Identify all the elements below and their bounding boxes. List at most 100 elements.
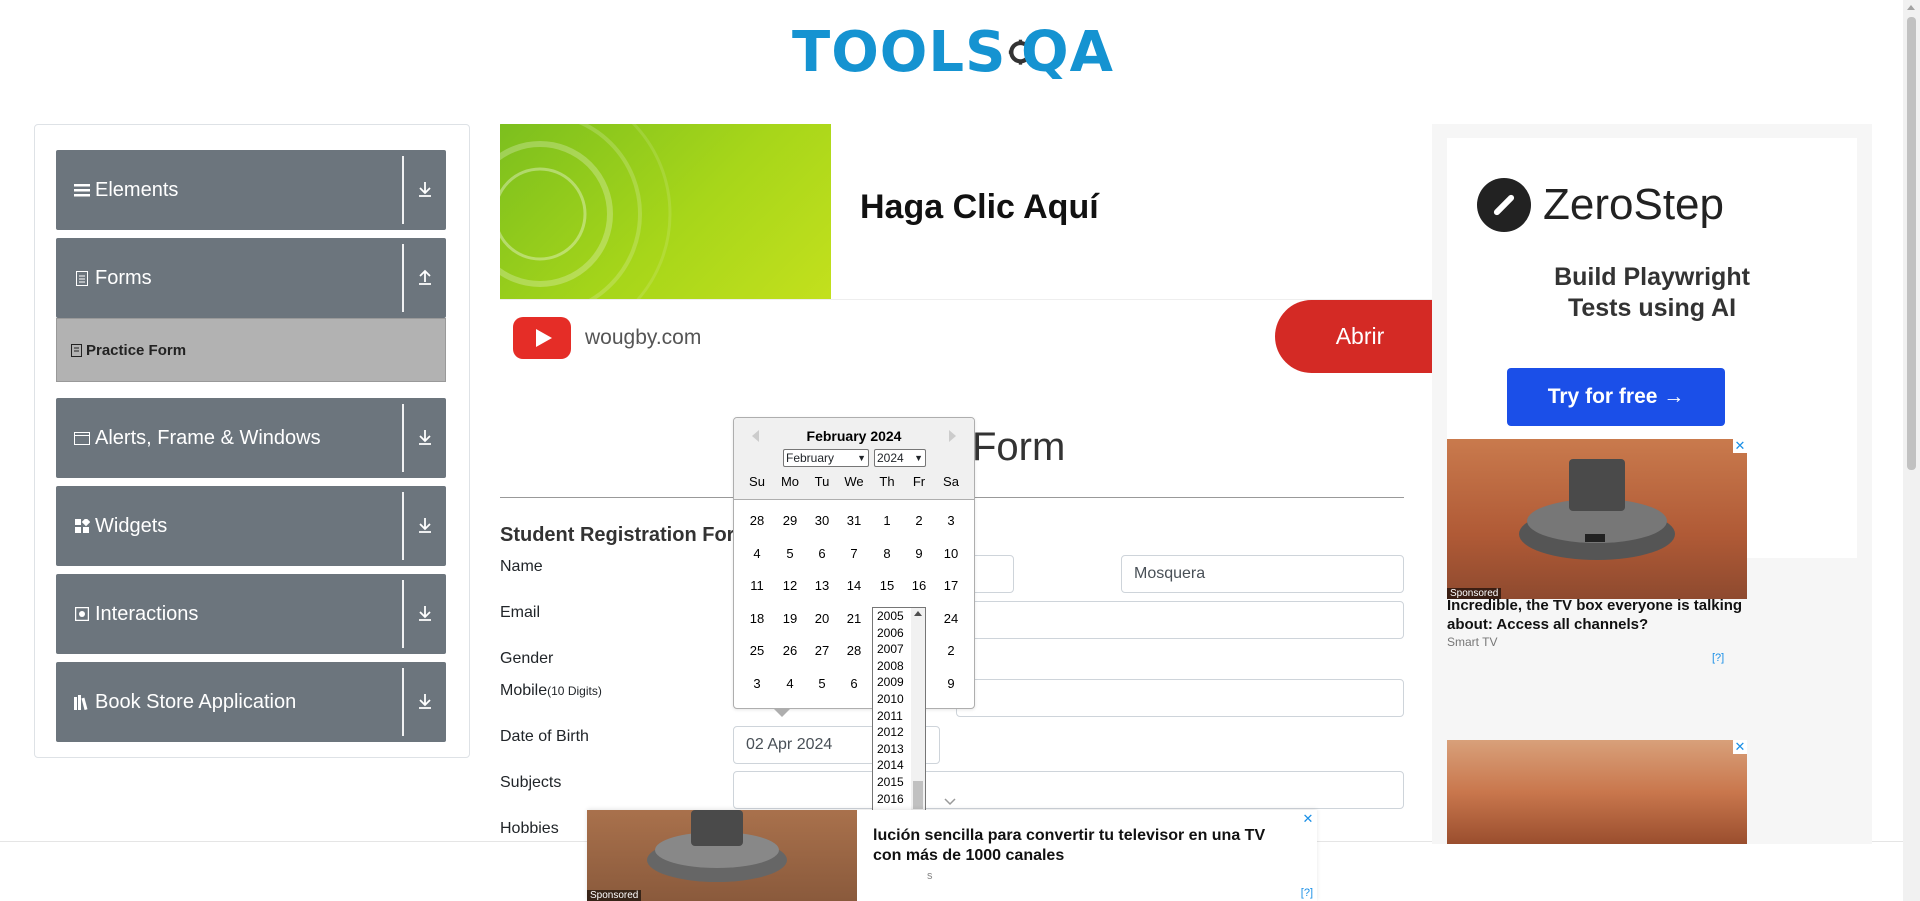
page-scrollbar[interactable]	[1903, 0, 1920, 901]
try-for-free-button[interactable]: Try for free →	[1507, 368, 1725, 426]
calendar-day[interactable]: 4	[774, 676, 806, 691]
year-option[interactable]: 2008	[877, 658, 904, 674]
upload-icon[interactable]	[414, 266, 436, 288]
adchoices-icon[interactable]: [?]	[1301, 887, 1313, 899]
calendar-day[interactable]: 12	[774, 578, 806, 593]
tv-box-ad-headline[interactable]: Incredible, the TV box everyone is talki…	[1447, 596, 1747, 634]
sidebar-group-elements[interactable]: Elements	[56, 150, 446, 230]
month-select[interactable]: February ▼	[783, 449, 869, 467]
calendar-day[interactable]: 30	[806, 513, 838, 528]
calendar-day[interactable]: 1	[871, 513, 903, 528]
year-option[interactable]: 2015	[877, 774, 904, 790]
zerostep-logo-icon	[1477, 178, 1531, 232]
tv-box-ad-image[interactable]: ✕ Sponsored	[1447, 439, 1747, 599]
bottom-sticky-ad[interactable]: Sponsored lución sencilla para convertir…	[587, 810, 1317, 901]
email-input[interactable]	[956, 601, 1404, 639]
calendar-day[interactable]: 28	[838, 643, 870, 658]
calendar-day[interactable]: 7	[838, 546, 870, 561]
bottom-ad-headline[interactable]: lución sencilla para convertir tu televi…	[873, 826, 1293, 866]
sidebar-group-interactions[interactable]: Interactions	[56, 574, 446, 654]
sidebar-group-alerts[interactable]: Alerts, Frame & Windows	[56, 398, 446, 478]
calendar-day[interactable]: 16	[903, 578, 935, 593]
sidebar-group-widgets[interactable]: Widgets	[56, 486, 446, 566]
day-name: Mo	[780, 474, 800, 489]
calendar-day[interactable]: 5	[774, 546, 806, 561]
calendar-day[interactable]: 25	[741, 643, 773, 658]
year-option[interactable]: 2013	[877, 741, 904, 757]
calendar-day[interactable]: 27	[806, 643, 838, 658]
calendar-day[interactable]: 11	[741, 578, 773, 593]
chevron-down-icon[interactable]	[943, 797, 957, 807]
calendar-day[interactable]: 29	[774, 513, 806, 528]
toolsqa-logo[interactable]: TOOLS QA	[792, 16, 1114, 90]
calendar-day[interactable]: 3	[935, 513, 967, 528]
scroll-up-arrow-icon[interactable]	[1907, 5, 1915, 10]
calendar-day[interactable]: 24	[935, 611, 967, 626]
year-option[interactable]: 2011	[877, 708, 903, 724]
banner-ad-title[interactable]: Haga Clic Aquí	[860, 188, 1099, 227]
datepicker-popup: February 2024 February ▼ 2024 ▼ Su Mo Tu W…	[733, 417, 975, 717]
calendar-day[interactable]: 14	[838, 578, 870, 593]
calendar-day[interactable]: 2	[935, 643, 967, 658]
year-option[interactable]: 2009	[877, 674, 904, 690]
divider	[402, 156, 404, 224]
calendar-day[interactable]: 9	[935, 676, 967, 691]
year-option[interactable]: 2005	[877, 608, 904, 624]
open-button[interactable]: Abrir	[1275, 300, 1445, 373]
page-title: Form	[972, 425, 1066, 469]
divider	[402, 580, 404, 648]
download-icon[interactable]	[414, 602, 436, 624]
calendar-day[interactable]: 5	[806, 676, 838, 691]
close-icon[interactable]: ✕	[1733, 439, 1747, 453]
calendar-day[interactable]: 6	[838, 676, 870, 691]
calendar-day[interactable]: 20	[806, 611, 838, 626]
sidebar-group-book-store[interactable]: Book Store Application	[56, 662, 446, 742]
download-icon[interactable]	[414, 426, 436, 448]
calendar-day[interactable]: 13	[806, 578, 838, 593]
calendar-day[interactable]: 8	[871, 546, 903, 561]
year-option[interactable]: 2012	[877, 724, 904, 740]
year-option[interactable]: 2016	[877, 791, 904, 807]
download-icon[interactable]	[414, 690, 436, 712]
calendar-day[interactable]: 19	[774, 611, 806, 626]
calendar-day[interactable]: 15	[871, 578, 903, 593]
second-ad-image[interactable]: ✕	[1447, 740, 1747, 844]
year-select[interactable]: 2024 ▼	[874, 449, 926, 467]
mobile-input[interactable]	[956, 679, 1404, 717]
sidebar-item-practice-form[interactable]: Practice Form	[56, 318, 446, 382]
calendar-day[interactable]: 28	[741, 513, 773, 528]
year-option[interactable]: 2014	[877, 757, 904, 773]
calendar-day[interactable]: 21	[838, 611, 870, 626]
calendar-day[interactable]: 9	[903, 546, 935, 561]
adchoices-icon[interactable]: [?]	[1712, 652, 1724, 664]
window-icon	[73, 429, 91, 447]
calendar-day[interactable]: 3	[741, 676, 773, 691]
year-option[interactable]: 2010	[877, 691, 904, 707]
books-icon	[73, 693, 91, 711]
banner-ad-domain[interactable]: wougby.com	[585, 326, 701, 350]
calendar-day[interactable]: 6	[806, 546, 838, 561]
divider	[402, 404, 404, 472]
scroll-up-arrow-icon[interactable]	[914, 611, 922, 616]
download-icon[interactable]	[414, 178, 436, 200]
calendar-day[interactable]: 10	[935, 546, 967, 561]
calendar-day[interactable]: 26	[774, 643, 806, 658]
sidebar-group-forms[interactable]: Forms	[56, 238, 446, 318]
calendar-day[interactable]: 18	[741, 611, 773, 626]
calendar-day[interactable]: 31	[838, 513, 870, 528]
month-select-value: February	[786, 451, 835, 465]
year-option[interactable]: 2007	[877, 641, 904, 657]
scrollbar-thumb[interactable]	[913, 781, 923, 809]
scrollbar-thumb[interactable]	[1907, 17, 1916, 470]
banner-ad[interactable]: Haga Clic Aquí wougby.com Abrir	[500, 124, 1445, 382]
close-icon[interactable]: ✕	[1733, 740, 1747, 754]
calendar-day[interactable]: 2	[903, 513, 935, 528]
close-icon[interactable]: ✕	[1301, 812, 1315, 826]
year-option[interactable]: 2006	[877, 625, 904, 641]
calendar-day[interactable]: 17	[935, 578, 967, 593]
name-label: Name	[500, 558, 543, 575]
last-name-input[interactable]: Mosquera	[1121, 555, 1404, 593]
subjects-input[interactable]	[733, 771, 1404, 809]
download-icon[interactable]	[414, 514, 436, 536]
calendar-day[interactable]: 4	[741, 546, 773, 561]
